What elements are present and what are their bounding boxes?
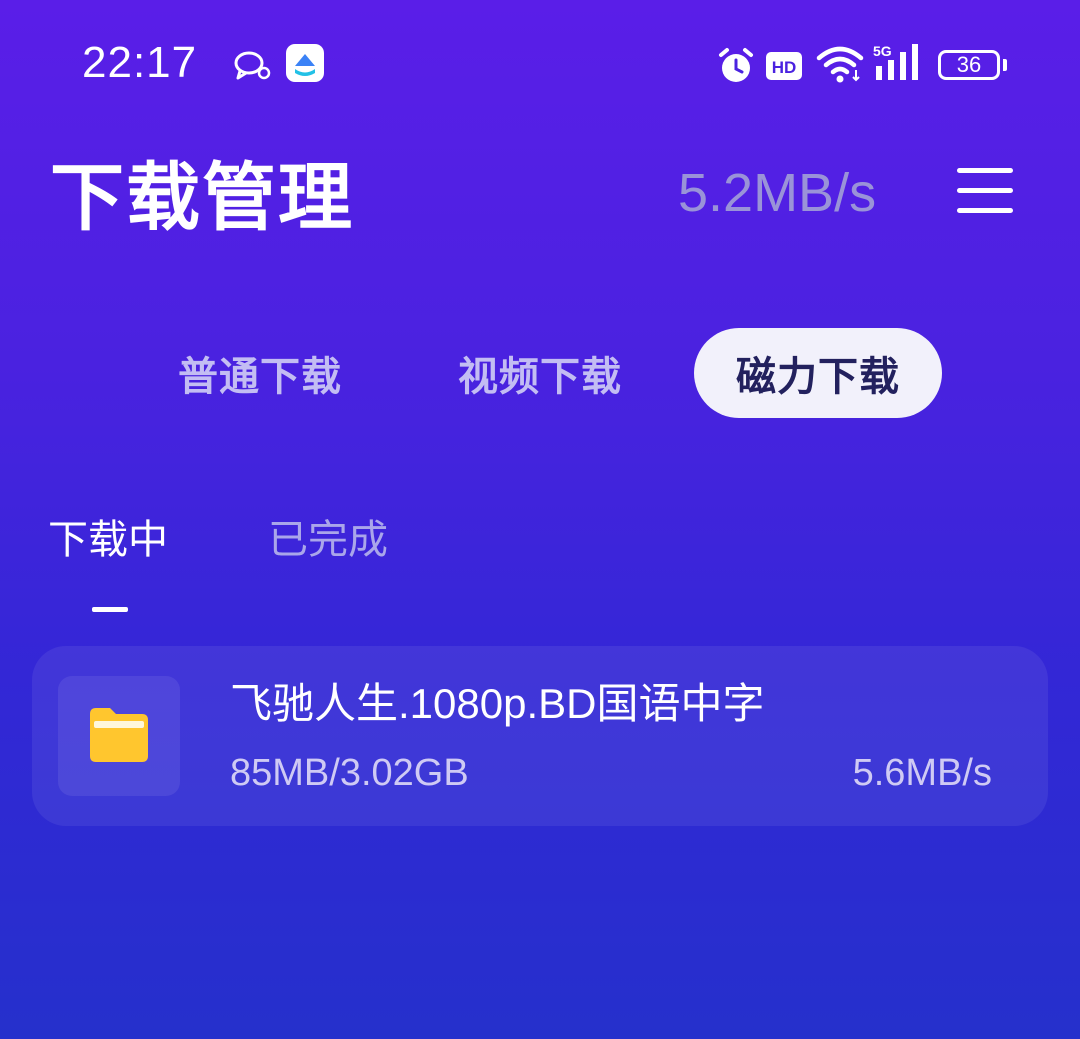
svg-text:5G: 5G bbox=[873, 43, 892, 59]
wifi-icon bbox=[816, 46, 864, 83]
battery-icon: 36 bbox=[938, 50, 1000, 80]
svg-text:HD: HD bbox=[772, 58, 797, 77]
page-title: 下载管理 bbox=[50, 155, 354, 241]
status-bar: 22:17 HD 5G 36 bbox=[0, 0, 1080, 130]
tab-normal-download[interactable]: 普通下载 bbox=[160, 328, 360, 418]
battery-level: 36 bbox=[956, 52, 982, 77]
file-name: 飞驰人生.1080p.BD国语中字 bbox=[230, 680, 765, 727]
file-progress: 85MB/3.02GB bbox=[230, 752, 469, 794]
total-speed: 5.2MB/s bbox=[678, 163, 877, 223]
battery-tip bbox=[1003, 59, 1007, 71]
tab-magnet-download[interactable]: 磁力下载 bbox=[694, 328, 942, 418]
hd-icon: HD bbox=[766, 52, 802, 80]
chat-icon bbox=[234, 51, 271, 80]
status-time: 22:17 bbox=[82, 38, 198, 87]
subtab-downloading[interactable]: 下载中 bbox=[48, 512, 168, 568]
app-icon bbox=[286, 44, 324, 82]
file-speed: 5.6MB/s bbox=[852, 752, 992, 794]
signal-icon: 5G bbox=[873, 43, 918, 80]
subtab-indicator bbox=[92, 607, 128, 612]
subtab-completed[interactable]: 已完成 bbox=[268, 512, 388, 568]
folder-icon bbox=[90, 708, 148, 762]
file-thumbnail bbox=[58, 676, 180, 796]
download-item[interactable]: 飞驰人生.1080p.BD国语中字 85MB/3.02GB 5.6MB/s bbox=[32, 646, 1048, 826]
tab-video-download[interactable]: 视频下载 bbox=[440, 328, 640, 418]
alarm-icon bbox=[719, 48, 753, 82]
menu-icon[interactable] bbox=[955, 164, 1015, 218]
